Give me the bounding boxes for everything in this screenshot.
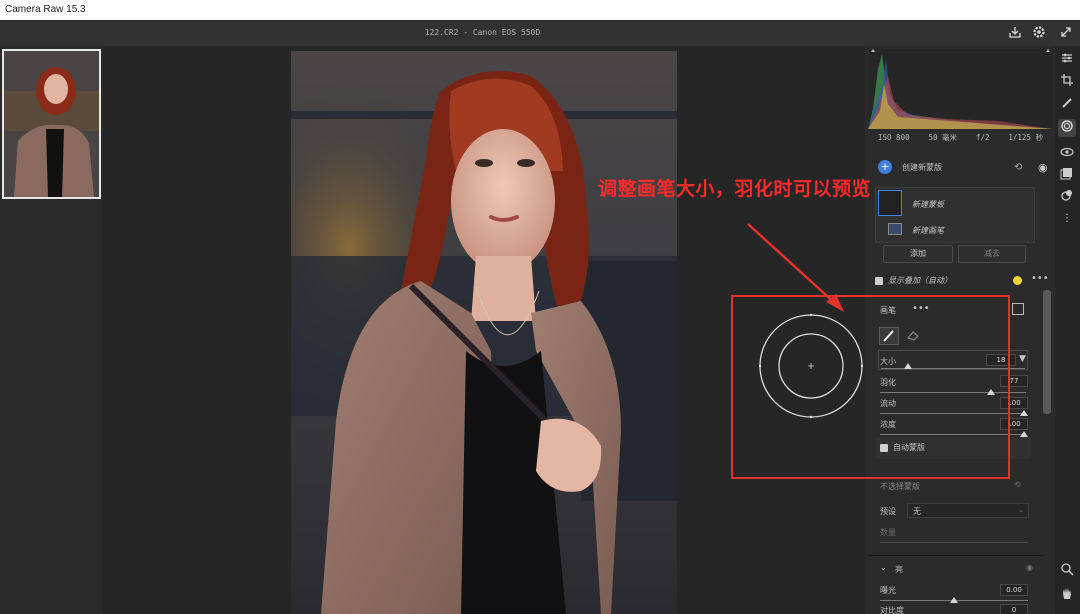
- filmstrip: [0, 46, 103, 614]
- top-bar: 122.CR2 - Canon EOS 550D: [0, 20, 1080, 46]
- overlay-checkbox[interactable]: [875, 277, 883, 285]
- exif-bar: ISO 800 50 毫米 f/2 1/125 秒: [868, 130, 1053, 146]
- light-visibility-icon[interactable]: ◉: [1026, 563, 1033, 572]
- overlay-more-icon[interactable]: •••: [1031, 273, 1049, 284]
- mask-icon[interactable]: [1058, 119, 1076, 137]
- gear-icon[interactable]: [1031, 25, 1047, 41]
- amount-label: 数量: [880, 528, 896, 537]
- crop-icon[interactable]: [1058, 73, 1076, 91]
- flow-knob: [1020, 410, 1028, 416]
- exif-aperture: f/2: [975, 133, 990, 142]
- mask-item-label[interactable]: 新建蒙板: [912, 199, 944, 210]
- subtract-button[interactable]: 减去: [958, 245, 1026, 263]
- hand-icon[interactable]: [1058, 586, 1076, 604]
- amount-slider[interactable]: [880, 542, 1028, 543]
- light-section-chevron[interactable]: ⌄: [880, 563, 887, 572]
- eye-icon[interactable]: ◉: [1038, 161, 1048, 174]
- overlay-color-swatch[interactable]: [1013, 276, 1022, 285]
- snapshots-icon[interactable]: [1058, 166, 1076, 184]
- save-icon[interactable]: [1007, 25, 1023, 41]
- panel-scrollbar[interactable]: [1043, 290, 1051, 414]
- mask-thumbnail[interactable]: [878, 190, 902, 216]
- create-mask-label: 创建新蒙版: [902, 163, 942, 172]
- section-divider: [868, 555, 1044, 556]
- subtract-button-label: 减去: [984, 249, 1000, 258]
- zoom-icon[interactable]: [1058, 562, 1076, 580]
- annotation-text: 调整画笔大小，羽化时可以预览: [598, 178, 872, 200]
- filmstrip-thumbnail[interactable]: [2, 49, 101, 199]
- annotation-highlight-box: [731, 295, 1010, 479]
- annotation-arrow: [747, 223, 844, 312]
- edit-icon[interactable]: [1058, 51, 1076, 69]
- file-info: 122.CR2 - Canon EOS 550D: [424, 28, 541, 37]
- heal-icon[interactable]: [1058, 96, 1076, 114]
- range-mask-reset-icon[interactable]: ⟲: [1014, 480, 1021, 489]
- photo-preview[interactable]: [291, 51, 677, 614]
- redeye-icon[interactable]: [1058, 145, 1076, 163]
- light-section-title[interactable]: 亮: [895, 564, 903, 575]
- range-mask-label: 不选择蒙版: [880, 482, 920, 491]
- exposure-value[interactable]: 0.00: [1000, 584, 1028, 596]
- preset-label: 预设: [880, 507, 896, 516]
- brush-thumbnail-icon[interactable]: [888, 223, 902, 235]
- preset-dropdown[interactable]: 无 ⌄: [907, 503, 1029, 518]
- exif-iso: ISO 800: [878, 133, 910, 142]
- more-icon[interactable]: ⋮: [1058, 210, 1076, 228]
- presets-icon[interactable]: [1058, 188, 1076, 206]
- add-mask-icon[interactable]: +: [878, 160, 892, 174]
- exposure-knob[interactable]: [950, 597, 958, 603]
- window-title: Camera Raw 15.3: [0, 0, 1080, 20]
- exposure-label: 曝光: [880, 586, 896, 595]
- brush-options-icon[interactable]: [1012, 303, 1024, 315]
- add-button-label: 添加: [910, 249, 926, 258]
- fullscreen-icon[interactable]: [1058, 25, 1074, 41]
- undo-icon[interactable]: ⟲: [1014, 162, 1022, 173]
- contrast-value[interactable]: 0: [1000, 604, 1028, 614]
- overlay-label: 显示叠加（自动）: [888, 276, 952, 285]
- contrast-label: 对比度: [880, 606, 904, 614]
- preset-value: 无: [913, 507, 921, 516]
- chevron-down-icon: ⌄: [1018, 506, 1024, 514]
- exif-shutter: 1/125 秒: [1008, 133, 1043, 142]
- histogram: [868, 49, 1053, 129]
- exif-focal: 50 毫米: [928, 133, 958, 142]
- add-button[interactable]: 添加: [883, 245, 953, 263]
- brush-item-label[interactable]: 新建画笔: [912, 225, 944, 236]
